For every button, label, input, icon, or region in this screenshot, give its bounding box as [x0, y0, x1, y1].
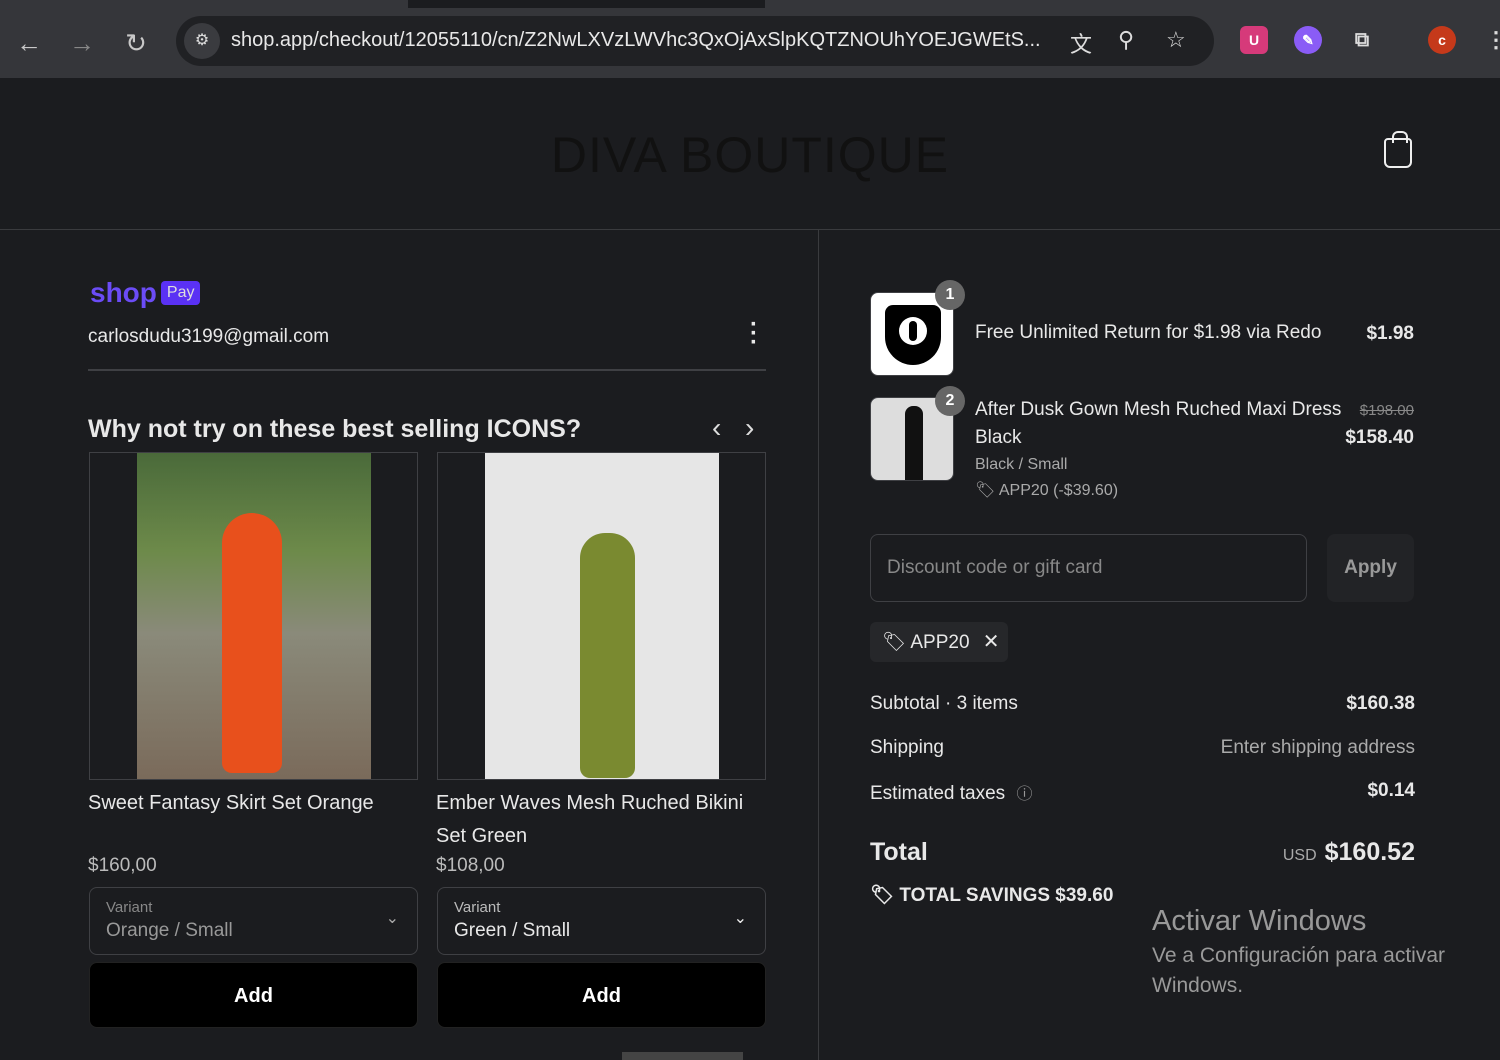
line-item-name: Free Unlimited Return for $1.98 via Redo	[975, 322, 1322, 343]
savings-label: TOTAL SAVINGS	[899, 885, 1051, 906]
shop-pay-shop: shop	[90, 277, 157, 308]
line-item-price: $158.40	[1345, 427, 1414, 448]
zoom-icon[interactable]: ⚲	[1118, 27, 1134, 53]
url-text[interactable]: shop.app/checkout/12055110/cn/Z2NwLXVzLW…	[231, 29, 1041, 52]
subtotal-label: Subtotal · 3 items	[870, 693, 1018, 714]
discount-code-input[interactable]: Discount code or gift card	[870, 534, 1307, 602]
ublock-extension-icon[interactable]: U	[1240, 26, 1268, 54]
shipping-row: Shipping Enter shipping address	[870, 737, 1415, 759]
bookmark-star-icon[interactable]: ☆	[1166, 27, 1186, 53]
tab-strip	[0, 0, 1500, 8]
applied-discount-chip: 🏷︎ APP20 ✕	[870, 622, 1008, 662]
variant-value: Green / Small	[454, 920, 571, 941]
browser-tab[interactable]	[765, 0, 1500, 8]
cart-bag-icon[interactable]	[1384, 131, 1412, 168]
translate-icon[interactable]: 文	[1070, 27, 1092, 59]
variant-select[interactable]: Variant Green / Small ⌄	[437, 887, 766, 955]
profile-avatar[interactable]: c	[1428, 26, 1456, 54]
subtotal-value: $160.38	[1346, 693, 1415, 714]
account-email: carlosdudu3199@gmail.com	[88, 326, 330, 347]
product-image	[485, 453, 719, 779]
line-item-variant: Black / Small	[975, 456, 1068, 473]
line-item-price: $1.98	[1366, 323, 1414, 344]
shipping-label: Shipping	[870, 737, 944, 758]
discount-text: APP20 (-$39.60)	[998, 482, 1119, 499]
windows-watermark-line: Windows.	[1152, 974, 1244, 997]
address-bar[interactable]: ⚙ shop.app/checkout/12055110/cn/Z2NwLXVz…	[176, 16, 1214, 66]
shipping-value: Enter shipping address	[1220, 737, 1415, 758]
line-item-discount: 🏷︎ APP20 (-$39.60)	[975, 480, 1118, 500]
forward-icon[interactable]: →	[67, 28, 97, 59]
back-icon[interactable]: ←	[14, 28, 44, 59]
line-item-name: After Dusk Gown Mesh Ruched Maxi Dress B…	[975, 399, 1342, 448]
savings-value: $39.60	[1055, 885, 1114, 906]
more-options-icon[interactable]: · · ·	[744, 313, 764, 355]
apply-button[interactable]: Apply	[1327, 534, 1414, 602]
taxes-value: $0.14	[1367, 780, 1415, 801]
product-image-card[interactable]	[89, 452, 418, 780]
store-header: DIVA BOUTIQUE	[0, 78, 1500, 230]
carousel-prev-icon[interactable]: ‹	[712, 412, 721, 444]
windows-watermark-title: Activar Windows	[1152, 905, 1367, 937]
variant-label: Variant	[106, 899, 153, 916]
remove-discount-icon[interactable]: ✕	[983, 631, 1000, 653]
subtotal-row: Subtotal · 3 items $160.38	[870, 693, 1415, 715]
browser-menu-icon[interactable]: ⋮	[1482, 26, 1500, 54]
total-value: $160.52	[1324, 838, 1415, 866]
scrollbar[interactable]	[622, 1052, 743, 1060]
quantity-badge: 1	[935, 280, 965, 310]
add-button[interactable]: Add	[437, 962, 766, 1028]
taxes-row: Estimated taxes ⓘ $0.14	[870, 780, 1415, 805]
divider	[88, 369, 766, 371]
shop-pay-logo: shop Pay	[90, 277, 201, 309]
extensions-puzzle-icon[interactable]: ⧉	[1348, 26, 1376, 54]
add-button[interactable]: Add	[89, 962, 418, 1028]
reload-icon[interactable]: ↻	[121, 28, 151, 59]
chevron-down-icon: ⌄	[385, 910, 399, 927]
taxes-label: Estimated taxes	[870, 783, 1006, 804]
column-divider	[818, 230, 819, 1060]
variant-select[interactable]: Variant Orange / Small ⌄	[89, 887, 418, 955]
variant-label: Variant	[454, 899, 501, 916]
currency: USD	[1282, 847, 1317, 864]
total-savings: 🏷︎ TOTAL SAVINGS $39.60	[870, 883, 1415, 907]
extension-icon[interactable]: ✎	[1294, 26, 1322, 54]
carousel-next-icon[interactable]: ›	[745, 412, 754, 444]
quantity-badge: 2	[935, 386, 965, 416]
browser-tab[interactable]	[0, 0, 408, 8]
product-image-card[interactable]	[437, 452, 766, 780]
total-label: Total	[870, 838, 928, 866]
site-settings-icon[interactable]: ⚙	[184, 23, 220, 59]
variant-value: Orange / Small	[106, 920, 233, 941]
windows-watermark-line: Ve a Configuración para activar	[1152, 944, 1446, 967]
original-price: $198.00	[1359, 402, 1414, 419]
chevron-down-icon: ⌄	[733, 910, 747, 927]
total-row: Total USD $160.52	[870, 838, 1415, 867]
shop-pay-pay: Pay	[160, 281, 201, 305]
tag-icon: 🏷︎	[870, 885, 895, 906]
browser-toolbar: ← → ↻ ⚙ shop.app/checkout/12055110/cn/Z2…	[0, 8, 1500, 78]
store-logo[interactable]: DIVA BOUTIQUE	[0, 126, 1500, 184]
upsell-title: Why not try on these best selling ICONS?	[88, 415, 582, 443]
tag-icon: 🏷︎	[975, 482, 996, 499]
tag-icon: 🏷︎	[882, 632, 907, 653]
product-image	[137, 453, 371, 779]
product-name[interactable]: Sweet Fantasy Skirt Set Orange	[88, 787, 418, 820]
help-icon[interactable]: ⓘ	[1016, 786, 1032, 803]
product-price: $108,00	[436, 855, 505, 876]
product-price: $160,00	[88, 855, 157, 876]
discount-code: APP20	[910, 632, 970, 653]
product-name[interactable]: Ember Waves Mesh Ruched Bikini Set Green	[436, 787, 766, 853]
